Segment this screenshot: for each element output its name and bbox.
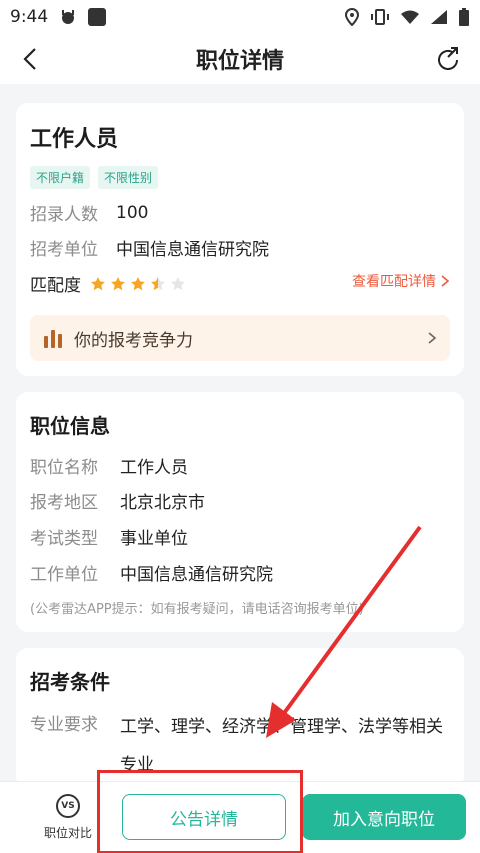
job-tags: 不限户籍 不限性别 xyxy=(30,166,159,189)
conditions-card: 招考条件 专业要求 工学、理学、经济学、管理学、法学等相关专业 xyxy=(16,648,464,788)
recruit-unit-value: 中国信息通信研究院 xyxy=(116,240,269,260)
status-time: 9:44 xyxy=(10,7,49,27)
bug-icon xyxy=(62,10,75,24)
info-value: 事业单位 xyxy=(120,529,188,549)
highlight-box xyxy=(97,770,303,853)
wifi-icon xyxy=(401,10,419,24)
match-stars xyxy=(90,276,186,292)
share-icon[interactable] xyxy=(434,45,462,73)
recruit-count-value: 100 xyxy=(116,202,149,223)
star-icon xyxy=(91,276,105,290)
page-title: 职位详情 xyxy=(195,49,284,74)
match-detail-link[interactable]: 查看匹配详情 xyxy=(352,271,450,291)
info-row: 工作单位 中国信息通信研究院 xyxy=(30,560,273,585)
back-arrow-icon[interactable] xyxy=(18,46,44,72)
tag-no-hukou-limit: 不限户籍 xyxy=(30,166,91,189)
chevron-right-icon xyxy=(428,332,437,344)
chevron-right-icon xyxy=(441,275,450,287)
star-icon xyxy=(171,276,185,290)
compare-label: 职位对比 xyxy=(43,826,92,840)
match-label: 匹配度 xyxy=(30,276,81,296)
recruit-count-label: 招录人数 xyxy=(30,205,98,225)
competitiveness-label: 你的报考竞争力 xyxy=(74,330,193,351)
vs-icon: VS xyxy=(56,794,80,818)
vibrate-icon xyxy=(371,9,389,25)
info-value: 工作人员 xyxy=(120,458,188,478)
info-label: 工作单位 xyxy=(30,565,98,585)
app-notification-icon xyxy=(88,8,107,26)
info-row: 考试类型 事业单位 xyxy=(30,524,188,549)
compare-button[interactable]: VS 职位对比 xyxy=(38,794,98,841)
info-label: 报考地区 xyxy=(30,493,98,513)
star-icon xyxy=(151,276,165,290)
major-label: 专业要求 xyxy=(30,715,98,735)
app-hint: (公考雷达APP提示：如有报考疑问，请电话咨询报考单位) xyxy=(30,602,364,617)
competitiveness-banner[interactable]: 你的报考竞争力 xyxy=(30,315,450,361)
tag-no-gender-limit: 不限性别 xyxy=(98,166,159,189)
recruit-count-row: 招录人数 100 xyxy=(30,200,149,226)
match-row: 匹配度 xyxy=(30,271,186,296)
star-icon xyxy=(131,276,145,290)
add-intended-position-button[interactable]: 加入意向职位 xyxy=(302,794,466,840)
status-bar: 9:44 xyxy=(0,0,480,34)
info-value: 北京北京市 xyxy=(120,493,205,513)
recruit-unit-label: 招考单位 xyxy=(30,240,98,260)
position-info-card: 职位信息 职位名称 工作人员 报考地区 北京北京市 考试类型 事业单位 工作单位… xyxy=(16,392,464,632)
signal-icon xyxy=(431,10,447,24)
job-summary-card: 工作人员 不限户籍 不限性别 招录人数 100 招考单位 中国信息通信研究院 匹… xyxy=(16,103,464,376)
info-label: 考试类型 xyxy=(30,529,98,549)
bar-chart-icon xyxy=(44,330,62,348)
job-title: 工作人员 xyxy=(30,127,119,152)
info-label: 职位名称 xyxy=(30,458,98,478)
info-row: 报考地区 北京北京市 xyxy=(30,488,205,513)
info-row: 职位名称 工作人员 xyxy=(30,453,188,478)
battery-icon xyxy=(459,8,469,26)
info-value: 中国信息通信研究院 xyxy=(120,565,273,585)
conditions-title: 招考条件 xyxy=(30,670,110,694)
position-info-title: 职位信息 xyxy=(30,414,110,438)
recruit-unit-row: 招考单位 中国信息通信研究院 xyxy=(30,235,269,260)
star-icon xyxy=(111,276,125,290)
match-detail-label: 查看匹配详情 xyxy=(352,274,436,290)
nav-bar: 职位详情 xyxy=(0,34,480,84)
location-icon xyxy=(344,8,360,26)
